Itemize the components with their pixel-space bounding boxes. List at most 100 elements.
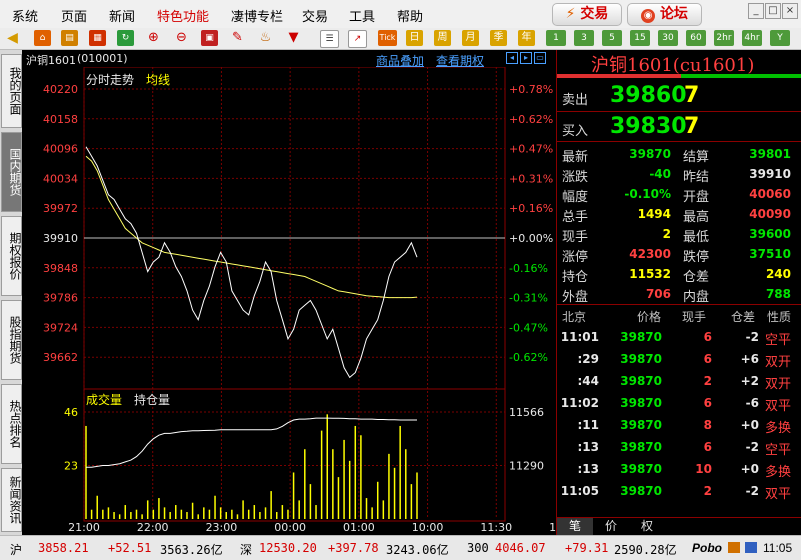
tick-price: 39870 <box>620 418 662 432</box>
quote-label: 内盘 <box>683 290 710 305</box>
pct-tick-label: -0.62% <box>509 351 548 364</box>
sidebar-tab-options-quote[interactable]: 期权报价 <box>1 216 22 296</box>
tick-price: 39870 <box>620 352 662 366</box>
sidebar-tab-index-futures[interactable]: 股指期货 <box>1 300 22 380</box>
minute-5[interactable]: 5 <box>602 30 622 46</box>
sidebar-tab-news[interactable]: 新闻资讯 <box>1 468 22 532</box>
pct-tick-label: +0.78% <box>509 83 553 96</box>
minute-1[interactable]: 1 <box>546 30 566 46</box>
minute-y[interactable]: Y <box>770 30 790 46</box>
avg-line-label: 均线 <box>146 73 171 87</box>
back-arrow-icon[interactable]: ◀ <box>4 30 21 46</box>
menu-tools[interactable]: 工具 <box>349 6 375 25</box>
chart-line-icon[interactable]: ↗ <box>348 30 367 48</box>
hour-2[interactable]: 2hr <box>714 30 734 46</box>
minute-3[interactable]: 3 <box>574 30 594 46</box>
period-year[interactable]: 年 <box>518 30 535 46</box>
sidebar: 我的页面 国内期货 期权报价 股指期货 热点排名 新闻资讯 <box>0 50 22 535</box>
tab-price[interactable]: 价 <box>593 518 629 535</box>
alert-bell-icon[interactable]: ♨ <box>257 30 274 46</box>
quote-value: 706 <box>645 287 671 301</box>
price-tick-label: 39972 <box>43 202 78 215</box>
price-tick-label: 39848 <box>43 262 78 275</box>
tick-time: :44 <box>577 374 600 388</box>
quote-value: 788 <box>765 287 791 301</box>
oi-tick-label: 11566 <box>509 406 544 419</box>
tick-button[interactable]: Tick <box>378 30 397 46</box>
window-icon[interactable]: ▣ <box>201 30 218 46</box>
tab-ticks[interactable]: 笔 <box>557 518 593 535</box>
message-icon[interactable] <box>728 542 740 553</box>
menu-help[interactable]: 帮助 <box>397 6 423 25</box>
tick-header-nature: 性质 <box>767 310 792 324</box>
hs300-index: 4046.07 <box>495 541 546 555</box>
menu-page[interactable]: 页面 <box>61 6 87 25</box>
expand-icon[interactable]: ▭ <box>534 52 546 64</box>
tick-price: 39870 <box>620 396 662 410</box>
close-button[interactable]: × <box>782 3 798 19</box>
quote-label: 外盘 <box>562 290 589 305</box>
news-icon[interactable]: ▦ <box>89 30 106 46</box>
period-month[interactable]: 月 <box>462 30 479 46</box>
tick-qty: 2 <box>703 374 712 388</box>
sidebar-tab-my-page[interactable]: 我的页面 <box>1 54 22 128</box>
menu-system[interactable]: 系统 <box>12 6 38 25</box>
draw-pencil-icon[interactable]: ✎ <box>229 30 246 46</box>
table-icon[interactable]: ☰ <box>320 30 339 48</box>
open-interest-line <box>86 417 417 468</box>
zoom-out-icon[interactable]: ⊖ <box>173 30 190 46</box>
bid-price: 39830 <box>610 114 687 139</box>
avg-price-line <box>85 155 418 299</box>
minute-15[interactable]: 15 <box>630 30 650 46</box>
tick-nature: 双开 <box>765 355 792 370</box>
tick-qty: 6 <box>703 330 712 344</box>
pct-tick-label: -0.47% <box>509 321 548 334</box>
hs300-change: +79.31 <box>565 541 609 555</box>
time-tick-label: 14:30 <box>549 521 556 534</box>
volume-title: 成交量 <box>86 393 123 407</box>
forum-button[interactable]: ◉ 论坛 <box>627 3 702 26</box>
trade-button[interactable]: ⚡ 交易 <box>552 3 622 26</box>
prev-arrow-icon[interactable]: ◂ <box>506 52 518 64</box>
connection-icon[interactable] <box>745 542 757 553</box>
quote-label: 最新 <box>562 150 589 165</box>
quote-label: 最高 <box>683 210 710 225</box>
menu-bar: 系统 页面 新闻 特色功能 凄博专栏 交易 工具 帮助 ⚡ 交易 ◉ 论坛 _ … <box>0 0 801 29</box>
zoom-in-icon[interactable]: ⊕ <box>145 30 162 46</box>
minimize-button[interactable]: _ <box>748 3 764 19</box>
hour-4[interactable]: 4hr <box>742 30 762 46</box>
quote-value: 40060 <box>749 187 791 201</box>
minute-30[interactable]: 30 <box>658 30 678 46</box>
quote-list-icon[interactable]: ▤ <box>61 30 78 46</box>
restore-button[interactable]: □ <box>765 3 781 19</box>
tick-qty: 6 <box>703 440 712 454</box>
filter-icon[interactable]: ▼ <box>285 30 302 46</box>
next-arrow-icon[interactable]: ▸ <box>520 52 532 64</box>
tick-time: :13 <box>577 462 600 476</box>
home-icon[interactable]: ⌂ <box>34 30 51 46</box>
intraday-chart[interactable]: 40220 +0.78% 40158 +0.62% 40096 +0.47% 40034 +0… <box>22 66 581 534</box>
menu-column[interactable]: 凄博专栏 <box>231 6 283 25</box>
sh-change: +52.51 <box>108 541 152 555</box>
period-week[interactable]: 周 <box>434 30 451 46</box>
bid-volume: 7 <box>684 114 700 139</box>
sidebar-tab-hot-rank[interactable]: 热点排名 <box>1 384 22 464</box>
tick-qty: 6 <box>703 396 712 410</box>
menu-news[interactable]: 新闻 <box>109 6 135 25</box>
tab-rights[interactable]: 权 <box>629 518 665 535</box>
tick-oi-change: +0 <box>740 418 759 432</box>
period-day[interactable]: 日 <box>406 30 423 46</box>
time-tick-label: 00:00 <box>274 521 306 534</box>
minute-60[interactable]: 60 <box>686 30 706 46</box>
sidebar-tab-domestic-futures[interactable]: 国内期货 <box>1 132 22 212</box>
quote-value: 39801 <box>749 147 791 161</box>
menu-features[interactable]: 特色功能 <box>157 6 209 25</box>
tick-price: 39870 <box>620 484 662 498</box>
quote-label: 涨停 <box>562 250 589 265</box>
quote-value: 42300 <box>629 247 671 261</box>
refresh-icon[interactable]: ↻ <box>117 30 134 46</box>
tick-time: :13 <box>577 440 600 454</box>
menu-trade[interactable]: 交易 <box>302 6 328 25</box>
period-season[interactable]: 季 <box>490 30 507 46</box>
pct-tick-label: -0.16% <box>509 262 548 275</box>
